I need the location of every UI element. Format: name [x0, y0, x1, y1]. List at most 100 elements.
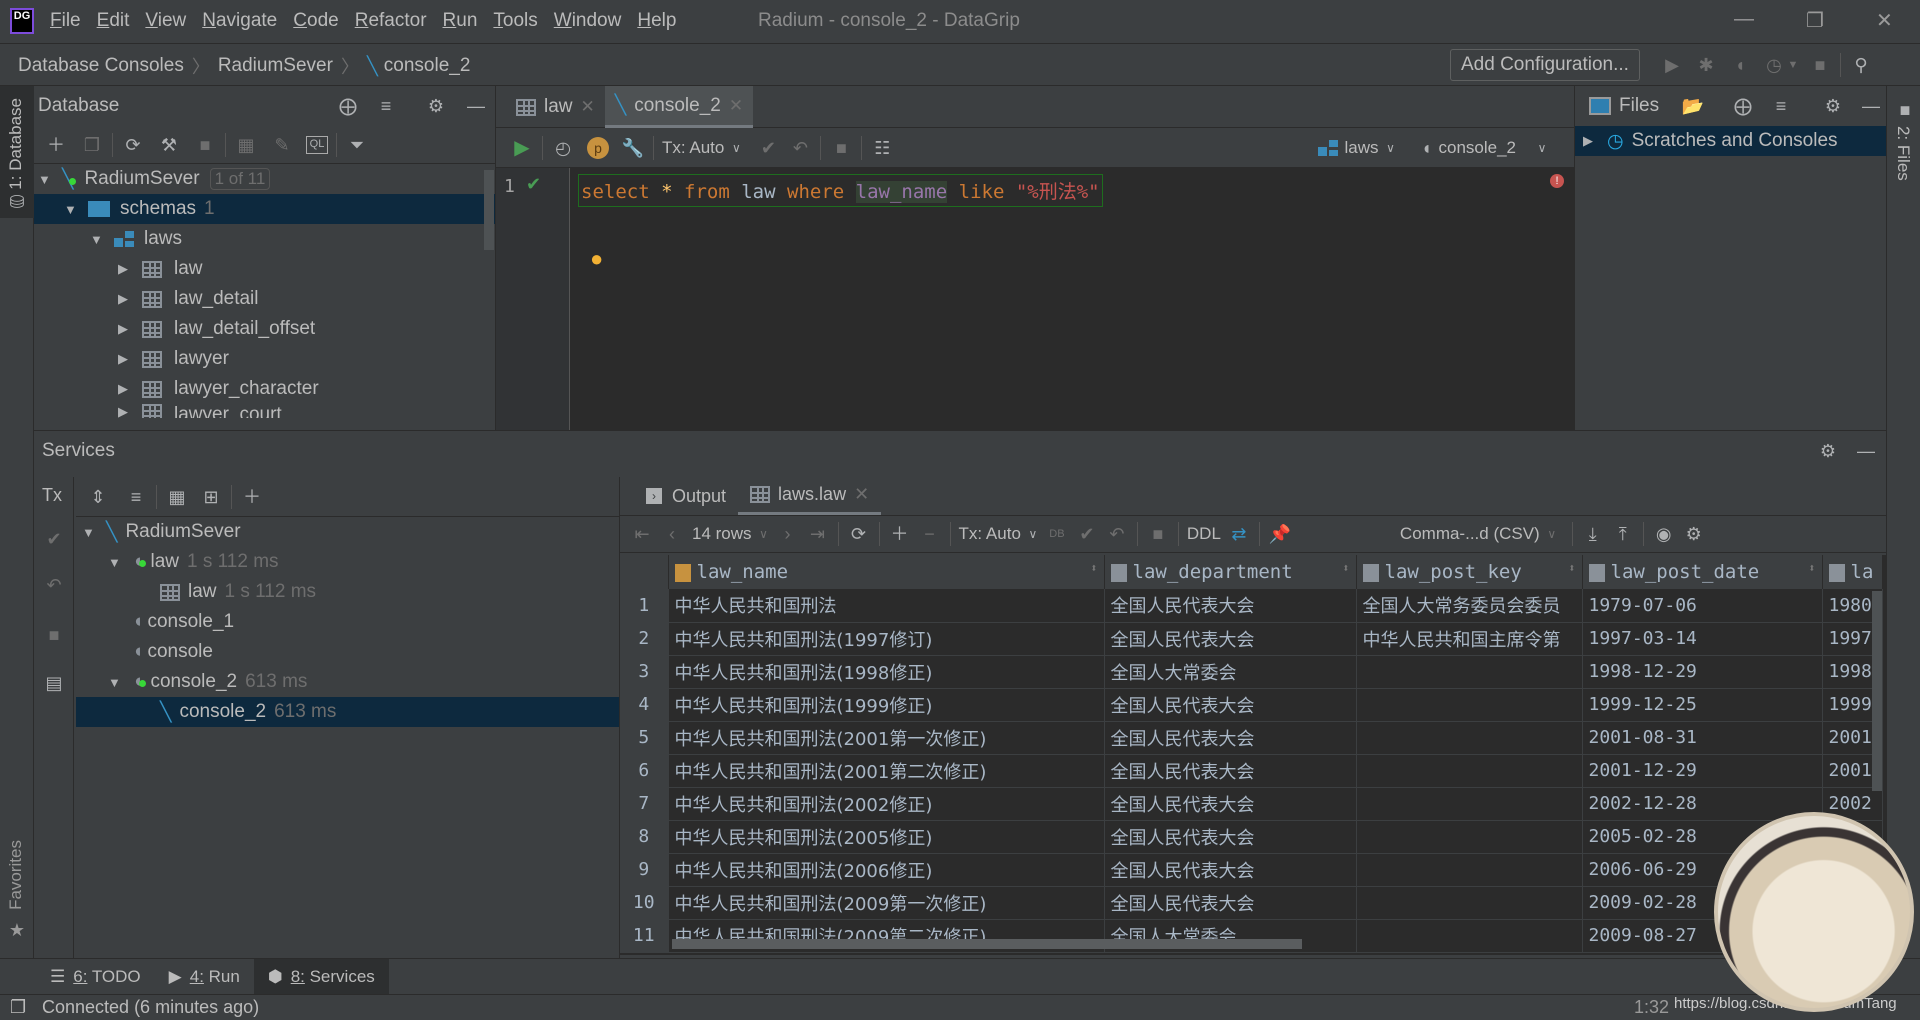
table-cell[interactable]: 1997-03-14 — [1582, 622, 1823, 656]
table-cell[interactable]: 2001-08-31 — [1582, 721, 1823, 755]
output-layout-icon[interactable]: ☷ — [870, 136, 894, 160]
table-cell[interactable]: 中华人民共和国刑法 — [668, 589, 1105, 623]
table-cell[interactable] — [1356, 754, 1583, 788]
table-cell[interactable]: 2001-12-29 — [1582, 754, 1823, 788]
history-icon[interactable]: ◴ — [551, 136, 575, 160]
table-cell[interactable]: 全国人民代表大会 — [1104, 787, 1357, 821]
commit-icon[interactable]: ✔ — [756, 136, 780, 160]
compare-icon[interactable]: ⇄ — [1227, 522, 1251, 546]
horizontal-scrollbar[interactable] — [672, 939, 1302, 949]
menu-edit[interactable]: Edit — [97, 10, 130, 32]
table-cell[interactable]: 中华人民共和国主席令第 — [1356, 622, 1583, 656]
tab-console-2[interactable]: ╲ console_2 ✕ — [604, 86, 754, 128]
breadcrumb-item[interactable]: console_2 — [384, 55, 471, 77]
gear-icon[interactable]: ⚙ — [1821, 94, 1845, 118]
column-header[interactable]: law_post_key ⬍ — [1356, 555, 1583, 589]
tree-scrollbar[interactable] — [484, 170, 494, 250]
table-row[interactable]: 9 中华人民共和国刑法(2006修正) 全国人民代表大会 2006-06-29 — [620, 853, 1883, 887]
tree-node-table[interactable]: ▶ law_detail — [34, 284, 495, 314]
export-format-dropdown[interactable]: Comma-...d (CSV) — [1400, 524, 1540, 544]
table-cell[interactable]: 中华人民共和国刑法(2001第二次修正) — [668, 754, 1105, 788]
restore-button[interactable]: ❐ — [1806, 8, 1824, 33]
table-cell[interactable]: 全国人大常务委员会委员 — [1356, 589, 1583, 623]
gear-icon[interactable]: ⚙ — [1682, 522, 1706, 546]
lightbulb-icon[interactable]: ● — [590, 246, 603, 272]
table-cell[interactable]: 全国人民代表大会 — [1104, 820, 1357, 854]
submit-db-icon[interactable]: DB — [1045, 522, 1069, 546]
close-tab-icon[interactable]: ✕ — [581, 97, 595, 117]
caret-position[interactable]: 1:32 — [1634, 997, 1669, 1018]
table-cell[interactable] — [1356, 721, 1583, 755]
table-cell[interactable]: 全国人民代表大会 — [1104, 754, 1357, 788]
tree-node-schema-laws[interactable]: ▼ laws — [34, 224, 495, 254]
table-cell[interactable]: 1979-07-06 — [1582, 589, 1823, 623]
stop-icon[interactable]: ■ — [829, 136, 853, 160]
table-cell[interactable] — [1356, 655, 1583, 689]
next-page-icon[interactable]: › — [776, 522, 800, 546]
menu-tools[interactable]: Tools — [493, 10, 537, 32]
service-node[interactable]: ▼ ◖ law 1 s 112 ms — [76, 547, 619, 577]
add-service-icon[interactable]: ＋ — [240, 485, 264, 509]
sort-icon[interactable]: ⬍ — [1808, 561, 1815, 575]
add-row-icon[interactable]: ＋ — [888, 522, 912, 546]
menu-window[interactable]: Window — [554, 10, 622, 32]
close-tab-icon[interactable]: ✕ — [729, 96, 743, 116]
breadcrumb-item[interactable]: Database Consoles — [18, 55, 184, 77]
table-row[interactable]: 2 中华人民共和国刑法(1997修订) 全国人民代表大会 中华人民共和国主席令第 199… — [620, 622, 1883, 656]
error-indicator-icon[interactable]: ! — [1550, 174, 1564, 188]
execute-icon[interactable]: ▶ — [510, 136, 534, 160]
debug-icon[interactable]: ✱ — [1694, 53, 1718, 77]
minimize-button[interactable]: — — [1734, 8, 1754, 31]
layout-icon[interactable]: ▤ — [42, 671, 66, 695]
rollback-icon[interactable]: ↶ — [788, 136, 812, 160]
table-cell[interactable]: 中华人民共和国刑法(1998修正) — [668, 655, 1105, 689]
table-cell[interactable]: 全国人民代表大会 — [1104, 886, 1357, 920]
tree-node-table[interactable]: ▶ lawyer_court — [34, 404, 495, 418]
sort-icon[interactable]: ⬍ — [1090, 561, 1097, 575]
service-node[interactable]: ◖ console_1 — [76, 607, 619, 637]
tab-run[interactable]: ▶ 4: Run — [155, 959, 254, 995]
toggle-panels-icon[interactable]: ❐ — [10, 997, 26, 1018]
table-cell[interactable]: 中华人民共和国刑法(2002修正) — [668, 787, 1105, 821]
collapse-all-icon[interactable]: ≡ — [374, 94, 398, 118]
tree-node-server[interactable]: ▼ ╲ RadiumSever 1 of 11 — [34, 164, 495, 194]
database-tool-tab[interactable]: 1: Database — [6, 98, 26, 190]
stop-icon[interactable]: ■ — [1808, 53, 1832, 77]
service-node[interactable]: ▼ ╲ RadiumSever — [76, 517, 619, 547]
stop-icon[interactable]: ■ — [1146, 522, 1170, 546]
column-header[interactable]: law_name ⬍ — [668, 555, 1105, 589]
group-by-icon[interactable]: ▦ — [165, 485, 189, 509]
view-icon[interactable]: ◉ — [1652, 522, 1676, 546]
tree-node-scratches[interactable]: ▶ ◷ Scratches and Consoles — [1575, 126, 1886, 156]
chevron-down-icon[interactable]: ▼ — [1786, 53, 1800, 77]
table-cell[interactable]: 1999-12-25 — [1582, 688, 1823, 722]
ddl-button[interactable]: DDL — [1187, 524, 1221, 544]
favorites-tool-tab[interactable]: Favorites — [6, 840, 26, 910]
refresh-icon[interactable]: ⟳ — [847, 522, 871, 546]
table-cell[interactable] — [1356, 919, 1583, 953]
explain-plan-icon[interactable]: p — [587, 136, 609, 159]
column-header[interactable]: la — [1822, 555, 1883, 589]
add-icon[interactable]: ＋ — [44, 133, 68, 157]
table-cell[interactable]: 全国人民代表大会 — [1104, 589, 1357, 623]
db-properties-icon[interactable]: ⚒ — [157, 133, 181, 157]
tx-mode-dropdown[interactable]: Tx: Auto — [662, 138, 724, 158]
table-cell[interactable]: 1998-12-29 — [1582, 655, 1823, 689]
settings-wrench-icon[interactable]: 🔧 — [621, 136, 645, 160]
pin-icon[interactable]: 📌 — [1268, 522, 1292, 546]
new-tab-icon[interactable]: ⊞ — [199, 485, 223, 509]
hide-panel-icon[interactable]: — — [1854, 439, 1878, 463]
gear-icon[interactable]: ⚙ — [1816, 439, 1840, 463]
collapse-all-icon[interactable]: ≡ — [124, 485, 148, 509]
sql-console-icon[interactable]: QL — [306, 135, 328, 154]
stop-icon[interactable]: ■ — [193, 133, 217, 157]
table-cell[interactable]: 中华人民共和国刑法(2001第一次修正) — [668, 721, 1105, 755]
commit-icon[interactable]: ✔ — [1075, 522, 1099, 546]
menu-help[interactable]: Help — [637, 10, 676, 32]
service-node[interactable]: ▼ ◖ console_2 613 ms — [76, 667, 619, 697]
service-node[interactable]: ◖ console — [76, 637, 619, 667]
table-cell[interactable]: 中华人民共和国刑法(2006修正) — [668, 853, 1105, 887]
breadcrumb-item[interactable]: RadiumSever — [218, 55, 333, 77]
profile-icon[interactable]: ◷ — [1762, 53, 1786, 77]
tx-menu[interactable]: Tx — [42, 485, 62, 506]
